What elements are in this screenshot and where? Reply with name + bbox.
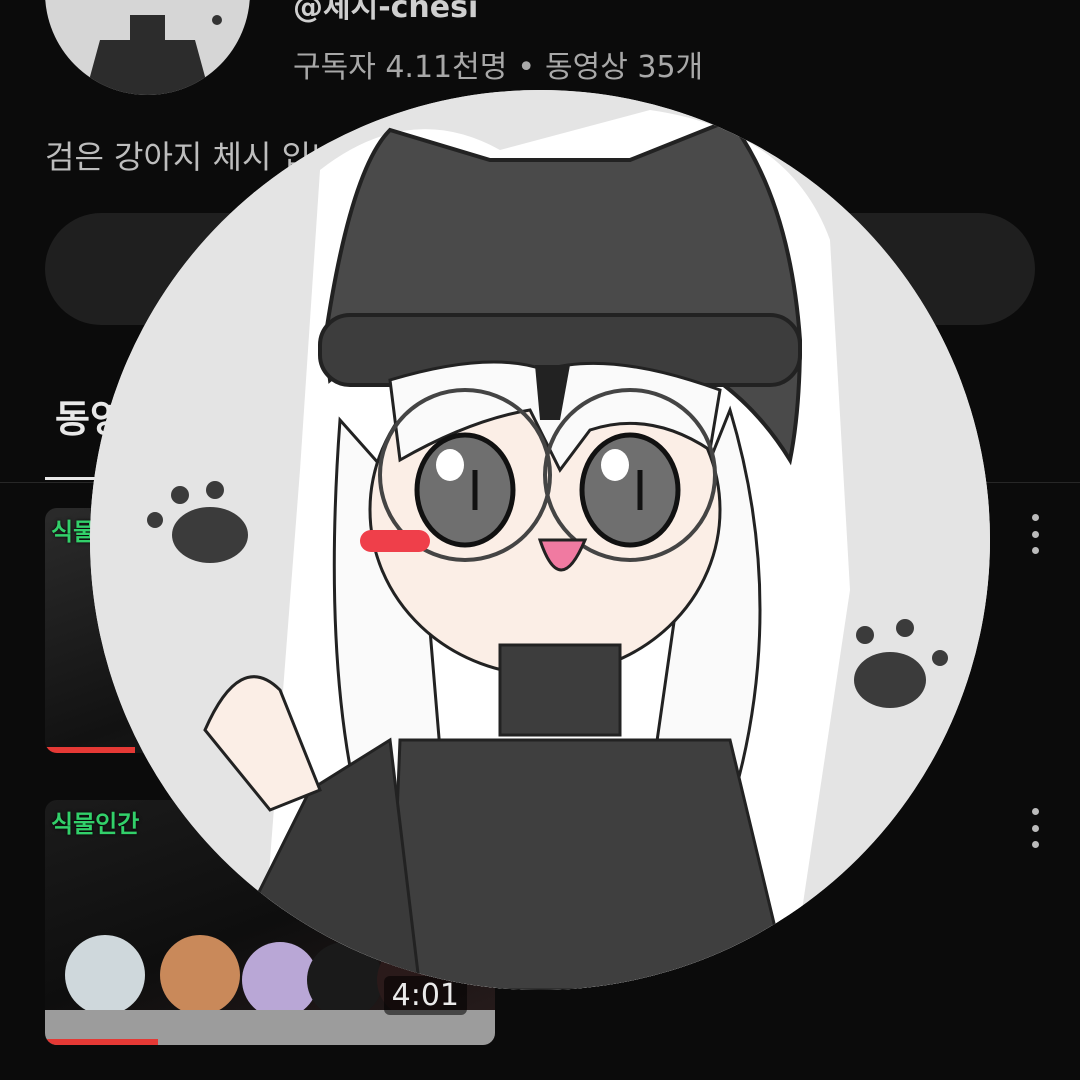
channel-handle: @체시-chesi (293, 0, 479, 25)
profile-picture-enlarged (90, 90, 990, 990)
watch-progress-bar (45, 747, 135, 753)
stats-separator: • (517, 50, 536, 85)
channel-avatar-small[interactable] (45, 0, 250, 95)
more-options-icon[interactable] (1025, 514, 1045, 554)
channel-stats: 구독자 4.11천명 • 동영상 35개 (293, 42, 703, 86)
video-count: 동영상 35개 (545, 50, 704, 85)
thumbnail-title-overlay: 식물인간 (51, 810, 140, 838)
more-options-icon[interactable] (1025, 808, 1045, 848)
character-illustration (90, 90, 990, 990)
watch-progress-bar (45, 1039, 158, 1045)
subscriber-count: 구독자 4.11천명 (293, 50, 508, 85)
